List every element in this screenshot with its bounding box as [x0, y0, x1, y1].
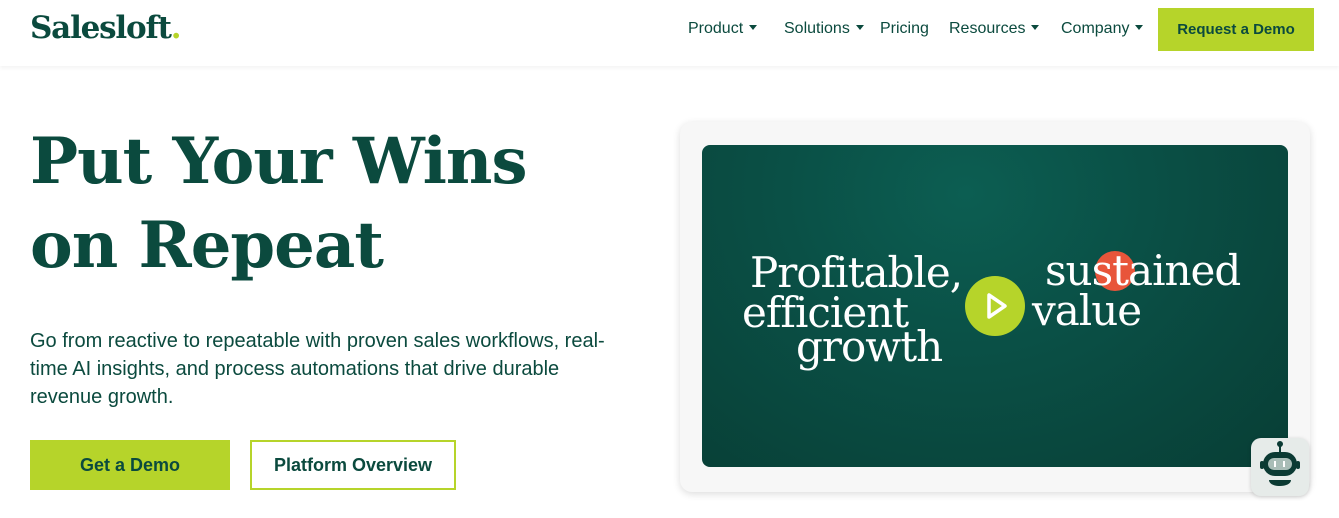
- nav-item-label: Solutions: [784, 20, 850, 37]
- nav-item-product[interactable]: Product: [688, 20, 758, 38]
- video-text-profitable: Profitable,: [750, 248, 963, 297]
- video-text-sustained: sustained: [1045, 246, 1241, 295]
- platform-overview-button[interactable]: Platform Overview: [250, 440, 456, 490]
- nav-item-label: Resources: [949, 20, 1026, 37]
- hero-title: Put Your Wins on Repeat: [30, 120, 590, 288]
- video-text-growth: growth: [796, 322, 943, 371]
- caret-down-icon: [1135, 25, 1144, 30]
- chatbot-launcher[interactable]: [1251, 438, 1309, 496]
- hero-subtitle: Go from reactive to repeatable with prov…: [30, 330, 605, 408]
- get-demo-button[interactable]: Get a Demo: [30, 440, 230, 490]
- nav-item-company[interactable]: Company: [1061, 20, 1144, 38]
- video-text-value: value: [1032, 286, 1142, 335]
- nav-item-label: Product: [688, 20, 744, 37]
- request-demo-button[interactable]: Request a Demo: [1158, 8, 1314, 51]
- hero-title-line1: Put Your Wins: [30, 124, 527, 199]
- nav-item-label: Pricing: [880, 20, 929, 37]
- nav-item-solutions[interactable]: Solutions: [784, 20, 864, 38]
- salesloft-logo[interactable]: Salesloft.: [30, 10, 182, 46]
- nav-item-label: Company: [1061, 20, 1130, 37]
- play-icon: [987, 293, 1007, 319]
- logo-dot: .: [170, 10, 182, 46]
- play-button[interactable]: [965, 276, 1025, 336]
- caret-down-icon: [1031, 25, 1040, 30]
- nav-item-resources[interactable]: Resources: [949, 20, 1040, 38]
- logo-text: Salesloft: [30, 10, 172, 46]
- video-player[interactable]: Profitable, efficient growth sustained v…: [702, 145, 1288, 467]
- caret-down-icon: [749, 25, 758, 30]
- caret-down-icon: [855, 25, 864, 30]
- site-header: Salesloft. Product Solutions Pricing Res…: [0, 0, 1339, 66]
- robot-icon: [1260, 441, 1300, 486]
- hero-title-line2: on Repeat: [30, 208, 384, 283]
- nav-item-pricing[interactable]: Pricing: [880, 20, 929, 38]
